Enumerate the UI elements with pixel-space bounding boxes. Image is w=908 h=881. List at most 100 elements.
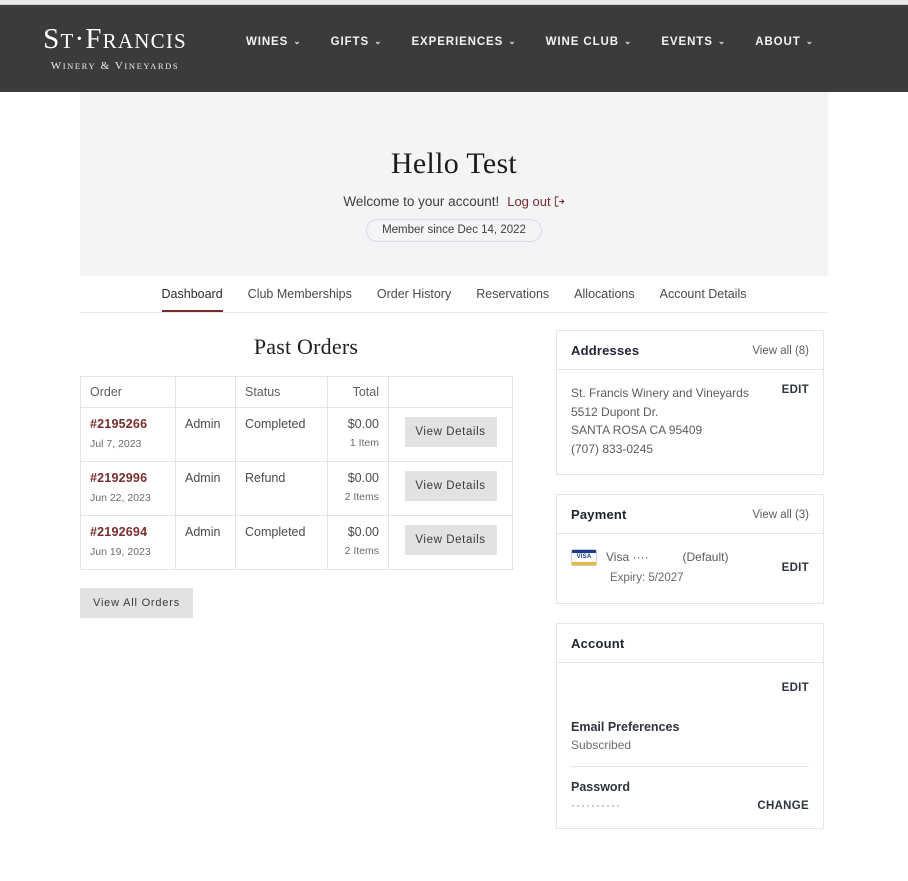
address-lines: St. Francis Winery and Vineyards 5512 Du… [571,384,749,458]
password-change-link[interactable]: CHANGE [757,800,809,812]
nav-item-gifts[interactable]: GIFTS ⌄ [331,36,383,48]
tab-dashboard[interactable]: Dashboard [161,287,223,312]
tab-club-memberships[interactable]: Club Memberships [248,287,352,312]
order-total-cell: $0.00 2 Items [327,461,389,516]
account-edit-row: EDIT [571,677,809,720]
view-all-orders-button[interactable]: View All Orders [80,588,193,618]
logo-tagline: WINERY & VINEYARDS [50,60,180,72]
order-total: $0.00 [347,525,379,539]
order-number-link[interactable]: #2192694 [90,525,166,539]
address-edit-link[interactable]: EDIT [782,384,809,396]
tab-allocations[interactable]: Allocations [574,287,634,312]
order-status: Completed [235,515,328,570]
order-action-cell: View Details [388,515,513,570]
addresses-view-all-link[interactable]: View all (8) [752,345,809,357]
payment-edit-link[interactable]: EDIT [782,562,809,574]
dashboard-main: Past Orders Order Status Total #2195266 … [80,313,828,848]
order-action-cell: View Details [388,461,513,516]
password-info: Password ·········· [571,780,630,812]
main-navigation: WINES ⌄ GIFTS ⌄ EXPERIENCES ⌄ WINE CLUB … [246,36,814,48]
address-phone: (707) 833-0245 [571,441,654,456]
order-total: $0.00 [347,471,379,485]
past-orders-title: Past Orders [253,334,359,359]
payment-entry: VISA Visa ···· (Default) Expiry: 5/2027 [571,548,809,587]
order-number-link[interactable]: #2192996 [90,471,166,485]
payment-card-body: VISA Visa ···· (Default) Expiry: 5/2027 [557,534,823,603]
order-date: Jun 19, 2023 [90,546,151,558]
payment-view-all-link[interactable]: View all (3) [752,509,809,521]
column-header-blank [175,376,236,408]
order-status: Refund [235,461,328,516]
nav-item-about[interactable]: ABOUT ⌄ [755,36,814,48]
email-preferences-block: Email Preferences Subscribed [571,720,809,752]
welcome-row: Welcome to your account! Log out [80,194,828,209]
table-row: #2195266 Jul 7, 2023 Admin Completed $0.… [80,407,513,462]
payment-method: VISA Visa ···· (Default) Expiry: 5/2027 [571,548,728,587]
table-row: #2192996 Jun 22, 2023 Admin Refund $0.00… [80,461,513,516]
password-block: Password ·········· CHANGE [571,780,809,812]
addresses-card: Addresses View all (8) St. Francis Winer… [556,330,824,476]
tab-account-details[interactable]: Account Details [660,287,747,312]
order-source: Admin [175,515,236,570]
payment-title: Payment [571,507,627,523]
visa-card-icon: VISA [571,549,597,567]
welcome-text: Welcome to your account! [343,194,500,209]
order-total-cell: $0.00 2 Items [327,515,389,570]
order-item-count: 2 Items [344,545,379,557]
chevron-down-icon: ⌄ [623,35,633,46]
chevron-down-icon: ⌄ [293,35,302,46]
site-logo[interactable]: ST·FRANCIS WINERY & VINEYARDS [20,23,210,73]
order-item-count: 1 Item [349,437,379,449]
nav-item-experiences[interactable]: EXPERIENCES ⌄ [411,36,516,48]
dashboard-sidebar: Addresses View all (8) St. Francis Winer… [556,330,824,848]
account-tabs: Dashboard Club Memberships Order History… [80,276,828,313]
view-details-button[interactable]: View Details [404,471,497,501]
column-header-status: Status [235,376,328,408]
nav-label: WINE CLUB [545,36,619,48]
logo-wordmark: ST·FRANCIS [43,23,187,55]
order-date: Jul 7, 2023 [90,438,142,450]
address-city-state-zip: SANTA ROSA CA 95409 [571,423,703,438]
logout-label: Log out [507,194,551,209]
order-status: Completed [235,407,328,462]
addresses-title: Addresses [571,343,640,358]
order-source: Admin [175,461,236,516]
order-cell: #2192694 Jun 19, 2023 [80,515,176,570]
account-title: Account [571,635,625,651]
column-header-action [388,376,513,408]
password-label: Password [571,779,631,794]
nav-item-wines[interactable]: WINES ⌄ [246,36,302,48]
email-preferences-value: Subscribed [571,737,632,752]
tab-order-history[interactable]: Order History [377,287,451,312]
order-action-cell: View Details [388,407,513,462]
password-masked-value: ·········· [571,797,621,812]
account-divider [571,765,809,767]
table-row: #2192694 Jun 19, 2023 Admin Completed $0… [80,515,513,570]
chevron-down-icon: ⌄ [717,35,727,46]
view-details-button[interactable]: View Details [404,417,497,447]
account-edit-link[interactable]: EDIT [782,682,809,694]
addresses-card-body: St. Francis Winery and Vineyards 5512 Du… [557,370,823,474]
payment-default-label: (Default) [682,550,729,565]
nav-label: ABOUT [755,36,801,48]
address-entry: St. Francis Winery and Vineyards 5512 Du… [571,384,809,458]
order-date: Jun 22, 2023 [90,492,151,504]
account-header-container: Hello Test Welcome to your account! Log … [80,92,828,313]
account-hero: Hello Test Welcome to your account! Log … [80,92,828,276]
order-total-cell: $0.00 1 Item [327,407,389,462]
logout-arrow-icon [554,196,565,207]
payment-card-header: Payment View all (3) [557,495,823,535]
view-details-button[interactable]: View Details [404,525,497,555]
logout-button[interactable]: Log out [507,194,565,209]
nav-item-events[interactable]: EVENTS ⌄ [661,36,726,48]
nav-label: EVENTS [661,36,713,48]
addresses-card-header: Addresses View all (8) [557,331,823,370]
tab-reservations[interactable]: Reservations [476,287,549,312]
table-header-row: Order Status Total [80,376,513,408]
payment-details: Visa ···· (Default) Expiry: 5/2027 [606,548,728,587]
member-since-badge: Member since Dec 14, 2022 [366,219,542,242]
address-name: St. Francis Winery and Vineyards [571,386,749,400]
nav-item-wine-club[interactable]: WINE CLUB ⌄ [546,36,633,48]
page-body: Hello Test Welcome to your account! Log … [0,92,908,848]
order-number-link[interactable]: #2195266 [90,417,166,431]
